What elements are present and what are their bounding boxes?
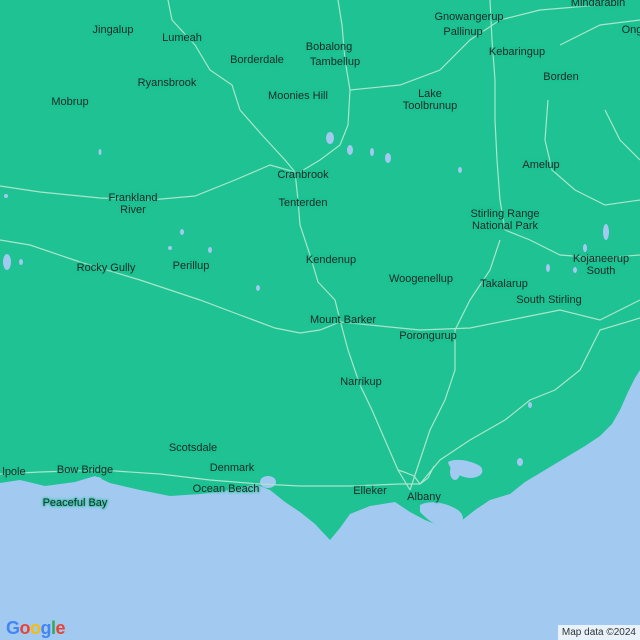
place-mobrup[interactable]: Mobrup: [51, 96, 88, 108]
place-lake-toolbrunup[interactable]: Lake Toolbrunup: [403, 88, 457, 112]
place-scotsdale[interactable]: Scotsdale: [169, 442, 217, 454]
map-attribution[interactable]: Map data ©2024: [557, 625, 640, 640]
place-south-stirling[interactable]: South Stirling: [516, 294, 581, 306]
place-ongerup[interactable]: Ong: [622, 24, 640, 36]
google-logo-letter: o: [30, 618, 41, 638]
place-bobalong[interactable]: Bobalong: [306, 41, 353, 53]
place-mindarabin[interactable]: Mindarabin: [571, 0, 625, 9]
google-logo-letter: o: [19, 618, 31, 638]
place-albany[interactable]: Albany: [407, 491, 441, 503]
place-woogenellup[interactable]: Woogenellup: [389, 273, 453, 285]
place-amelup[interactable]: Amelup: [522, 159, 559, 171]
place-borden[interactable]: Borden: [543, 71, 578, 83]
place-cranbrook[interactable]: Cranbrook: [277, 169, 328, 181]
place-frankland-river[interactable]: Frankland River: [109, 192, 158, 216]
google-logo-letter: G: [6, 618, 20, 638]
place-moonies-hill[interactable]: Moonies Hill: [268, 90, 328, 102]
place-lumeah[interactable]: Lumeah: [162, 32, 202, 44]
place-tambellup[interactable]: Tambellup: [310, 56, 360, 68]
place-ocean-beach[interactable]: Ocean Beach: [193, 483, 260, 495]
place-kojaneerup-south[interactable]: Kojaneerup South: [573, 253, 629, 277]
place-mount-barker[interactable]: Mount Barker: [310, 314, 376, 326]
place-takalarup[interactable]: Takalarup: [480, 278, 528, 290]
place-walpole[interactable]: lpole: [2, 466, 25, 478]
map-canvas[interactable]: Mindarabin Ong Jingalup Lumeah Gnowanger…: [0, 0, 640, 640]
place-narrikup[interactable]: Narrikup: [340, 376, 382, 388]
google-logo-letter: g: [40, 618, 52, 638]
place-borderdale[interactable]: Borderdale: [230, 54, 284, 66]
place-kendenup[interactable]: Kendenup: [306, 254, 356, 266]
place-tenterden[interactable]: Tenterden: [279, 197, 328, 209]
place-rocky-gully[interactable]: Rocky Gully: [77, 262, 136, 274]
place-porongurup[interactable]: Porongurup: [399, 330, 457, 342]
place-kebaringup[interactable]: Kebaringup: [489, 46, 545, 58]
place-denmark[interactable]: Denmark: [210, 462, 255, 474]
place-elleker[interactable]: Elleker: [353, 485, 387, 497]
place-bow-bridge[interactable]: Bow Bridge: [57, 464, 113, 476]
place-jingalup[interactable]: Jingalup: [93, 24, 134, 36]
place-peaceful-bay[interactable]: Peaceful Bay: [43, 497, 108, 509]
place-ryansbrook[interactable]: Ryansbrook: [138, 77, 197, 89]
place-gnowangerup[interactable]: Gnowangerup: [434, 11, 503, 23]
place-pallinup[interactable]: Pallinup: [443, 26, 482, 38]
place-stirling-range[interactable]: Stirling Range National Park: [470, 208, 539, 232]
place-perillup[interactable]: Perillup: [173, 260, 210, 272]
google-logo[interactable]: Google: [6, 618, 66, 639]
google-logo-letter: e: [55, 618, 66, 638]
